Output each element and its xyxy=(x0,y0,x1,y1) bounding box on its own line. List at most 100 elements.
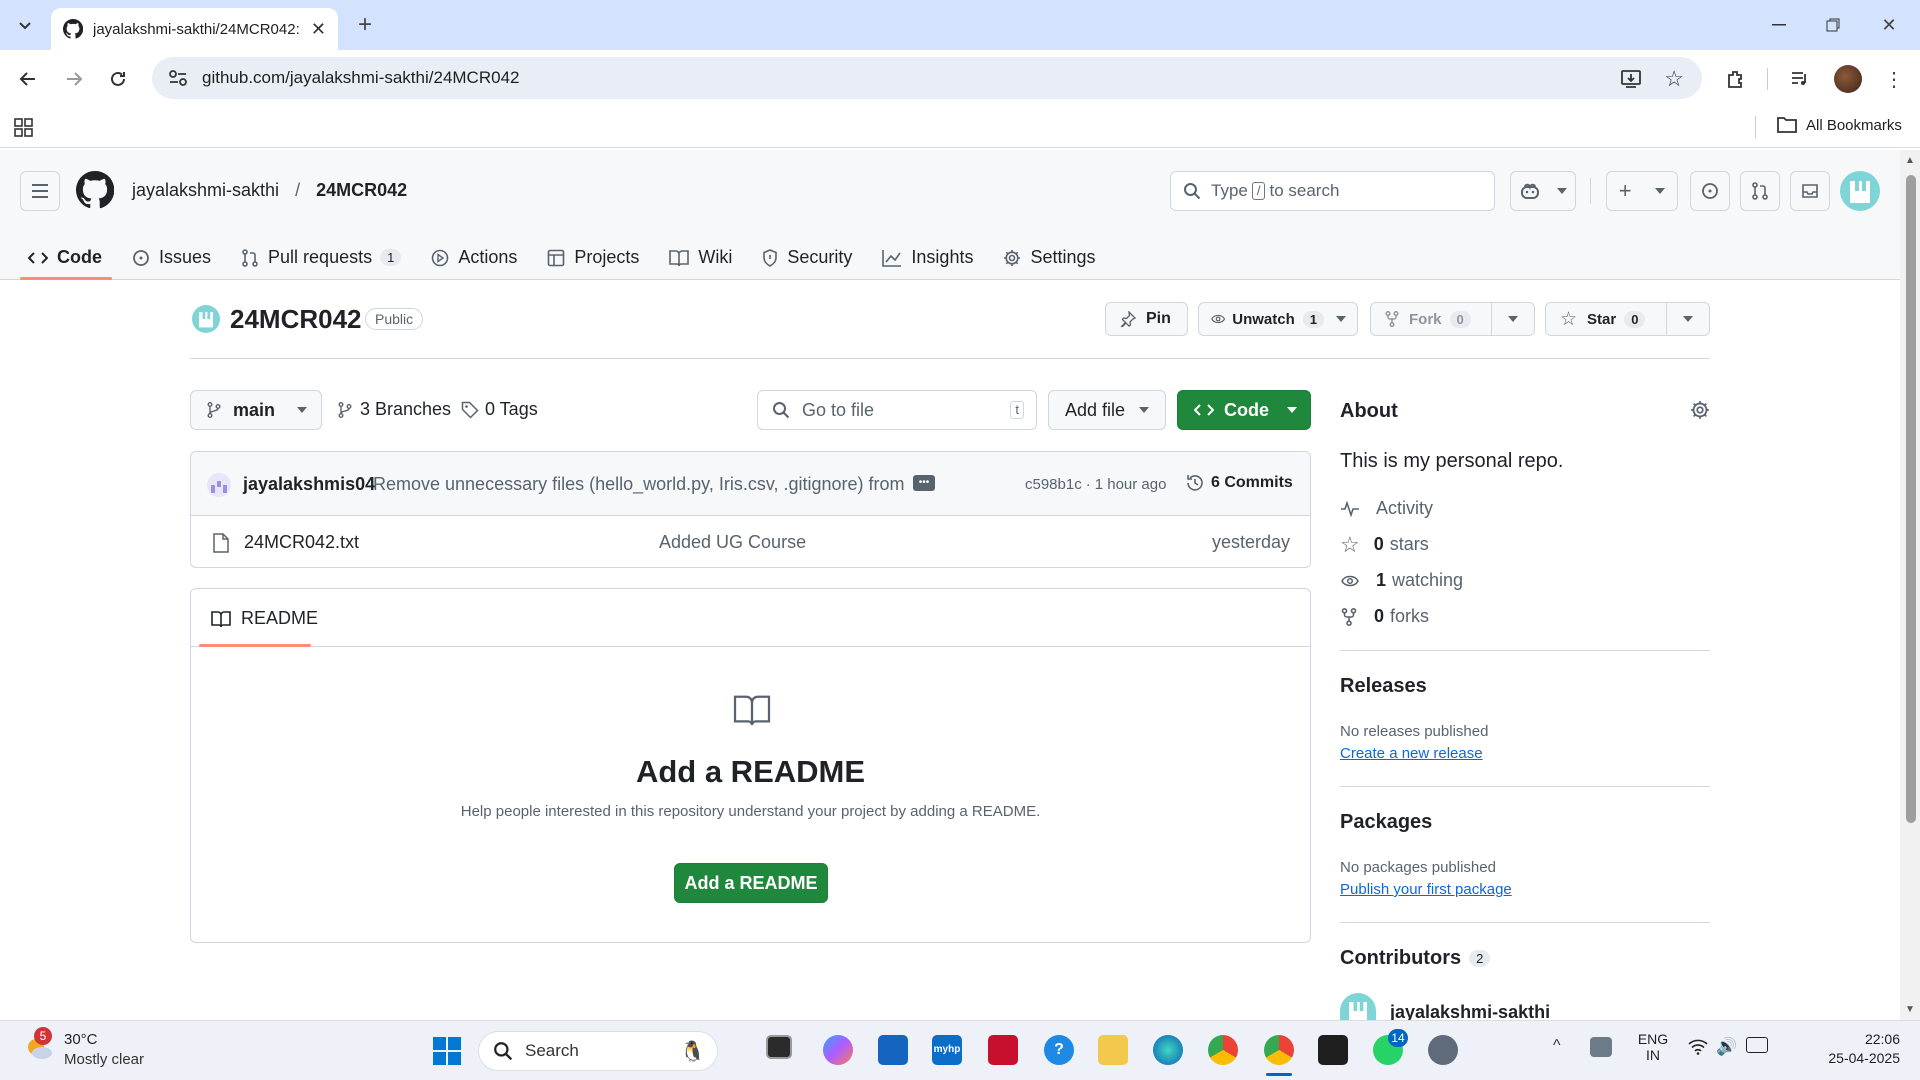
chrome-menu-icon[interactable]: ⋮ xyxy=(1880,65,1908,93)
hamburger-menu-icon[interactable] xyxy=(20,171,60,211)
task-view-icon[interactable] xyxy=(766,1035,792,1059)
activity-link[interactable]: Activity xyxy=(1340,498,1433,519)
restore-icon[interactable] xyxy=(1820,12,1846,38)
branch-selector[interactable]: main xyxy=(190,390,322,430)
code-button[interactable]: Code xyxy=(1177,390,1311,430)
tab-insights[interactable]: Insights xyxy=(882,235,973,280)
myhp-icon[interactable]: myhp xyxy=(932,1035,962,1065)
packages-heading[interactable]: Packages xyxy=(1340,811,1432,834)
fork-button[interactable]: Fork 0 xyxy=(1370,302,1535,336)
caret-down-icon[interactable] xyxy=(1336,316,1346,322)
publish-package-link[interactable]: Publish your first package xyxy=(1340,881,1512,898)
new-tab-icon[interactable]: + xyxy=(352,11,378,38)
help-icon[interactable]: ? xyxy=(1044,1035,1074,1065)
releases-heading[interactable]: Releases xyxy=(1340,675,1427,698)
tab-search-chevron-icon[interactable] xyxy=(12,12,38,38)
commit-hash[interactable]: c598b1c xyxy=(1025,476,1082,493)
scroll-down-arrow-icon[interactable]: ▼ xyxy=(1905,1004,1915,1015)
tags-link[interactable]: 0 Tags xyxy=(461,399,538,420)
expand-commit-icon[interactable]: ••• xyxy=(913,475,935,491)
add-file-button[interactable]: Add file xyxy=(1048,390,1166,430)
mcafee-icon[interactable] xyxy=(988,1035,1018,1065)
chrome-icon[interactable] xyxy=(1208,1035,1238,1065)
scrollbar-thumb[interactable] xyxy=(1906,175,1916,823)
tab-projects[interactable]: Projects xyxy=(547,235,639,280)
media-control-icon[interactable] xyxy=(1786,65,1814,93)
contributor-avatar[interactable] xyxy=(1340,993,1376,1020)
reload-icon[interactable] xyxy=(104,65,132,93)
file-name[interactable]: 24MCR042.txt xyxy=(244,532,359,553)
close-window-icon[interactable]: ✕ xyxy=(1876,12,1902,38)
taskbar-search[interactable]: Search 🐧 xyxy=(478,1031,718,1071)
repo-owner-avatar[interactable] xyxy=(192,305,220,333)
extensions-icon[interactable] xyxy=(1722,65,1750,93)
tab-pull-requests[interactable]: Pull requests 1 xyxy=(241,235,402,280)
tab-wiki[interactable]: Wiki xyxy=(669,235,732,280)
watching-link[interactable]: 1 watching xyxy=(1340,570,1463,591)
windows-start-icon[interactable] xyxy=(433,1037,461,1065)
wifi-icon[interactable] xyxy=(1688,1039,1708,1055)
commits-link[interactable]: 6 Commits xyxy=(1185,473,1293,493)
tab-settings[interactable]: Settings xyxy=(1003,235,1096,280)
create-new-button[interactable]: + xyxy=(1606,171,1678,211)
breadcrumb-owner[interactable]: jayalakshmi-sakthi xyxy=(132,180,279,201)
clock[interactable]: 22:06 25-04-2025 xyxy=(1780,1031,1900,1066)
tab-actions[interactable]: Actions xyxy=(431,235,517,280)
pull-requests-header-icon[interactable] xyxy=(1740,171,1780,211)
battery-icon[interactable] xyxy=(1746,1037,1768,1053)
install-app-icon[interactable] xyxy=(1620,67,1642,89)
commit-author-avatar[interactable] xyxy=(207,473,231,497)
url-bar[interactable]: github.com/jayalakshmi-sakthi/24MCR042 ☆ xyxy=(152,57,1702,99)
store-icon[interactable] xyxy=(878,1035,908,1065)
volume-icon[interactable]: 🔊 xyxy=(1716,1037,1737,1057)
apps-grid-icon[interactable] xyxy=(14,118,34,138)
forks-link[interactable]: 0 forks xyxy=(1340,606,1429,627)
chrome-profile-icon[interactable] xyxy=(1264,1035,1294,1065)
add-readme-button[interactable]: Add a README xyxy=(674,863,828,903)
contributors-heading-row[interactable]: Contributors 2 xyxy=(1340,947,1491,970)
show-hidden-icons-chevron-icon[interactable]: ^ xyxy=(1553,1037,1561,1055)
tab-issues[interactable]: Issues xyxy=(132,235,211,280)
all-bookmarks-button[interactable]: All Bookmarks xyxy=(1776,116,1902,134)
issues-header-icon[interactable] xyxy=(1690,171,1730,211)
site-info-icon[interactable] xyxy=(168,69,188,87)
about-settings-gear-icon[interactable] xyxy=(1690,400,1710,420)
repo-title[interactable]: 24MCR042 xyxy=(230,304,362,335)
file-explorer-icon[interactable] xyxy=(1098,1035,1128,1065)
go-to-file-input[interactable]: Go to file t xyxy=(757,390,1037,430)
forward-icon[interactable] xyxy=(60,65,88,93)
onedrive-status-icon[interactable] xyxy=(1590,1037,1612,1057)
branches-link[interactable]: 3 Branches xyxy=(338,399,451,420)
caret-down-icon[interactable] xyxy=(1508,316,1518,322)
minimize-icon[interactable] xyxy=(1766,12,1792,38)
readme-tab[interactable]: README xyxy=(211,608,318,629)
back-icon[interactable] xyxy=(14,65,42,93)
pin-button[interactable]: Pin xyxy=(1105,302,1188,336)
commit-message[interactable]: Remove unnecessary files (hello_world.py… xyxy=(373,474,905,495)
file-commit-message[interactable]: Added UG Course xyxy=(659,532,806,553)
terminal-icon[interactable] xyxy=(1318,1035,1348,1065)
commit-author[interactable]: jayalakshmis04 xyxy=(243,474,375,495)
unwatch-button[interactable]: Unwatch 1 xyxy=(1198,302,1358,336)
breadcrumb-repo[interactable]: 24MCR042 xyxy=(316,180,407,201)
settings-app-icon[interactable] xyxy=(1428,1035,1458,1065)
star-button[interactable]: ☆ Star 0 xyxy=(1545,302,1710,336)
profile-avatar[interactable] xyxy=(1834,65,1862,93)
contributor-name[interactable]: jayalakshmi-sakthi xyxy=(1390,1002,1550,1020)
edge-icon[interactable] xyxy=(1153,1035,1183,1065)
inbox-icon[interactable] xyxy=(1790,171,1830,211)
user-avatar[interactable] xyxy=(1840,171,1880,211)
caret-down-icon[interactable] xyxy=(1683,316,1693,322)
browser-tab[interactable]: jayalakshmi-sakthi/24MCR042: ✕ xyxy=(51,8,338,50)
language-indicator[interactable]: ENG IN xyxy=(1636,1031,1670,1063)
tab-security[interactable]: Security xyxy=(762,235,852,280)
scroll-up-arrow-icon[interactable]: ▲ xyxy=(1905,155,1915,166)
close-tab-icon[interactable]: ✕ xyxy=(311,19,326,40)
copilot-app-icon[interactable] xyxy=(823,1035,853,1065)
copilot-button[interactable] xyxy=(1510,171,1576,211)
search-input[interactable]: Type / to search xyxy=(1170,171,1495,211)
github-logo-icon[interactable] xyxy=(76,171,114,209)
create-release-link[interactable]: Create a new release xyxy=(1340,745,1483,762)
weather-temp[interactable]: 30°C xyxy=(64,1031,98,1048)
stars-link[interactable]: ☆ 0 stars xyxy=(1340,533,1429,555)
